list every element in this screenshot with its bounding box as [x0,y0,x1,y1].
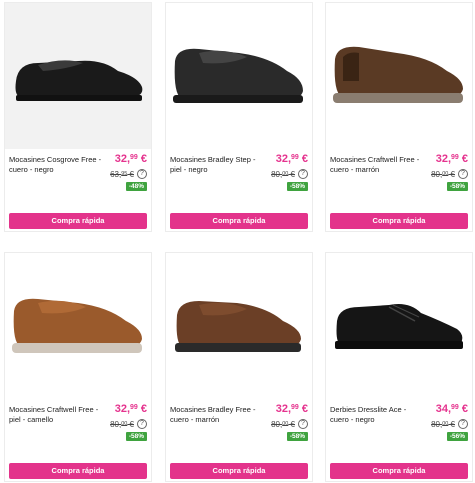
old-price-row: 80,00 € ? [110,419,147,429]
shoe-image [12,298,142,353]
product-image[interactable] [5,253,151,399]
shoe-image [335,304,463,349]
old-price-row: 80,00 € ? [271,169,308,179]
old-price: 80,00 € [110,419,134,429]
help-icon[interactable]: ? [458,419,468,429]
old-price-row: 63,95 € ? [110,169,147,179]
product-image[interactable] [5,3,151,149]
old-price-row: 80,00 € ? [431,169,468,179]
product-title[interactable]: Mocasines Bradley Step - piel - negro [170,155,266,175]
discount-badge: -58% [286,182,308,191]
product-card[interactable]: Mocasines Craftwell Free - piel - camell… [4,252,152,482]
discount-badge: -58% [446,182,468,191]
product-title[interactable]: Mocasines Craftwell Free - cuero - marró… [330,155,426,175]
product-card[interactable]: Derbies Dresslite Ace - cuero - negro 34… [325,252,473,482]
quick-buy-button[interactable]: Compra rápida [170,463,308,479]
help-icon[interactable]: ? [298,419,308,429]
product-card[interactable]: Mocasines Bradley Free - cuero - marrón … [165,252,313,482]
discount-badge: -48% [125,182,147,191]
old-price: 80,00 € [271,169,295,179]
product-price: 32,99 € [275,153,308,165]
quick-buy-button[interactable]: Compra rápida [170,213,308,229]
product-title[interactable]: Mocasines Bradley Free - cuero - marrón [170,405,266,425]
product-card[interactable]: Mocasines Bradley Step - piel - negro 32… [165,2,313,232]
shoe-image [173,48,303,103]
old-price-row: 80,00 € ? [271,419,308,429]
quick-buy-button[interactable]: Compra rápida [330,463,468,479]
product-price: 32,99 € [114,403,147,415]
product-image[interactable] [166,253,312,399]
help-icon[interactable]: ? [137,169,147,179]
help-icon[interactable]: ? [298,169,308,179]
shoe-image [175,301,301,352]
product-image[interactable] [166,3,312,149]
help-icon[interactable]: ? [458,169,468,179]
old-price: 63,95 € [110,169,134,179]
help-icon[interactable]: ? [137,419,147,429]
old-price: 80,00 € [271,419,295,429]
discount-badge: -58% [125,432,147,441]
shoe-image [333,46,463,103]
discount-badge: -58% [286,432,308,441]
product-title[interactable]: Mocasines Cosgrove Free - cuero - negro [9,155,105,175]
product-price: 32,99 € [435,153,468,165]
product-price: 32,99 € [275,403,308,415]
product-price: 34,99 € [435,403,468,415]
old-price-row: 80,00 € ? [431,419,468,429]
product-card[interactable]: Mocasines Craftwell Free - cuero - marró… [325,2,473,232]
discount-badge: -56% [446,432,468,441]
old-price: 80,00 € [431,419,455,429]
old-price: 80,00 € [431,169,455,179]
product-title[interactable]: Derbies Dresslite Ace - cuero - negro [330,405,426,425]
shoe-image [15,60,143,101]
product-image[interactable] [326,253,472,399]
product-price: 32,99 € [114,153,147,165]
product-title[interactable]: Mocasines Craftwell Free - piel - camell… [9,405,105,425]
product-image[interactable] [326,3,472,149]
quick-buy-button[interactable]: Compra rápida [9,463,147,479]
quick-buy-button[interactable]: Compra rápida [9,213,147,229]
product-card[interactable]: Mocasines Cosgrove Free - cuero - negro … [4,2,152,232]
quick-buy-button[interactable]: Compra rápida [330,213,468,229]
